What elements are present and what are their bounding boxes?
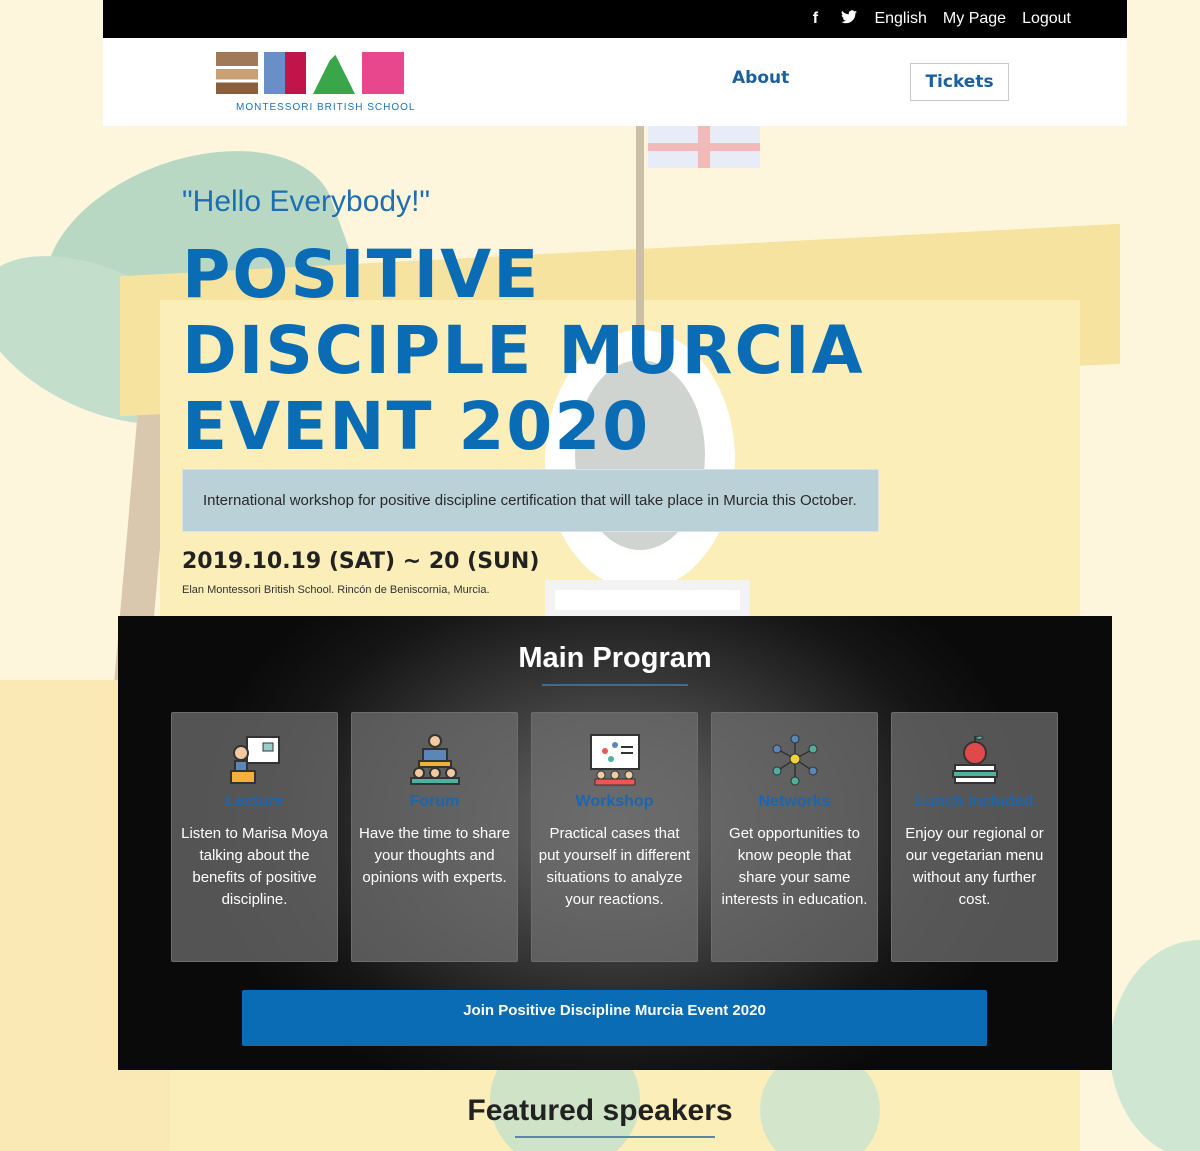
network-icon: [772, 734, 818, 786]
program-card-networks[interactable]: Networks Get opportunities to know peopl…: [711, 712, 878, 962]
card-title: Lunch included: [915, 793, 1034, 810]
card-title: Lecture: [225, 793, 284, 810]
program-card-lunch[interactable]: Lunch included Enjoy our regional or our…: [891, 712, 1058, 962]
card-description: Have the time to share your thoughts and…: [359, 825, 510, 886]
program-card-forum[interactable]: Forum Have the time to share your though…: [351, 712, 518, 962]
program-card-lecture[interactable]: Lecture Listen to Marisa Moya talking ab…: [171, 712, 338, 962]
heading-underline: [542, 684, 688, 686]
card-title: Workshop: [575, 793, 654, 810]
intro-box: International workshop for positive disc…: [182, 469, 879, 532]
card-description: Enjoy our regional or our vegetarian men…: [905, 825, 1044, 908]
card-title: Forum: [409, 793, 460, 810]
lecture-icon: [230, 736, 280, 784]
nav-about[interactable]: About: [732, 68, 789, 88]
join-event-button[interactable]: Join Positive Discipline Murcia Event 20…: [242, 990, 987, 1046]
tickets-button[interactable]: Tickets: [910, 63, 1009, 101]
program-card-workshop[interactable]: Workshop Practical cases that put yourse…: [531, 712, 698, 962]
event-title: POSITIVE DISCIPLE MURCIA EVENT 2020: [182, 236, 865, 465]
hero-section: "Hello Everybody!" POSITIVE DISCIPLE MUR…: [182, 185, 1082, 596]
logout-link[interactable]: Logout: [1022, 10, 1071, 28]
forum-icon: [410, 734, 460, 785]
top-bar: f English My Page Logout: [103, 0, 1127, 38]
elan-logo[interactable]: MONTESSORI BRITISH SCHOOL: [216, 52, 416, 114]
language-link[interactable]: English: [874, 10, 926, 28]
program-heading: Main Program: [518, 642, 712, 674]
site-header: MONTESSORI BRITISH SCHOOL About Tickets: [103, 38, 1127, 126]
apple-books-icon: [952, 735, 998, 784]
card-description: Listen to Marisa Moya talking about the …: [181, 825, 328, 908]
card-description: Get opportunities to know people that sh…: [721, 825, 868, 908]
my-page-link[interactable]: My Page: [943, 10, 1006, 28]
twitter-icon[interactable]: [840, 9, 858, 29]
featured-underline: [515, 1136, 715, 1138]
workshop-icon: [590, 734, 640, 786]
card-title: Networks: [758, 793, 831, 810]
main-program-section: Main Program Lecture Listen to Marisa Mo…: [118, 616, 1112, 1070]
card-description: Practical cases that put yourself in dif…: [538, 825, 691, 908]
featured-speakers-heading: Featured speakers: [467, 1094, 733, 1127]
event-venue: Elan Montessori British School. Rincón d…: [182, 584, 490, 596]
logo-tagline: MONTESSORI BRITISH SCHOOL: [236, 102, 416, 113]
greeting-text: "Hello Everybody!": [182, 185, 431, 218]
facebook-icon[interactable]: f: [806, 10, 824, 28]
event-date: 2019.10.19 (SAT) ~ 20 (SUN): [182, 549, 540, 574]
